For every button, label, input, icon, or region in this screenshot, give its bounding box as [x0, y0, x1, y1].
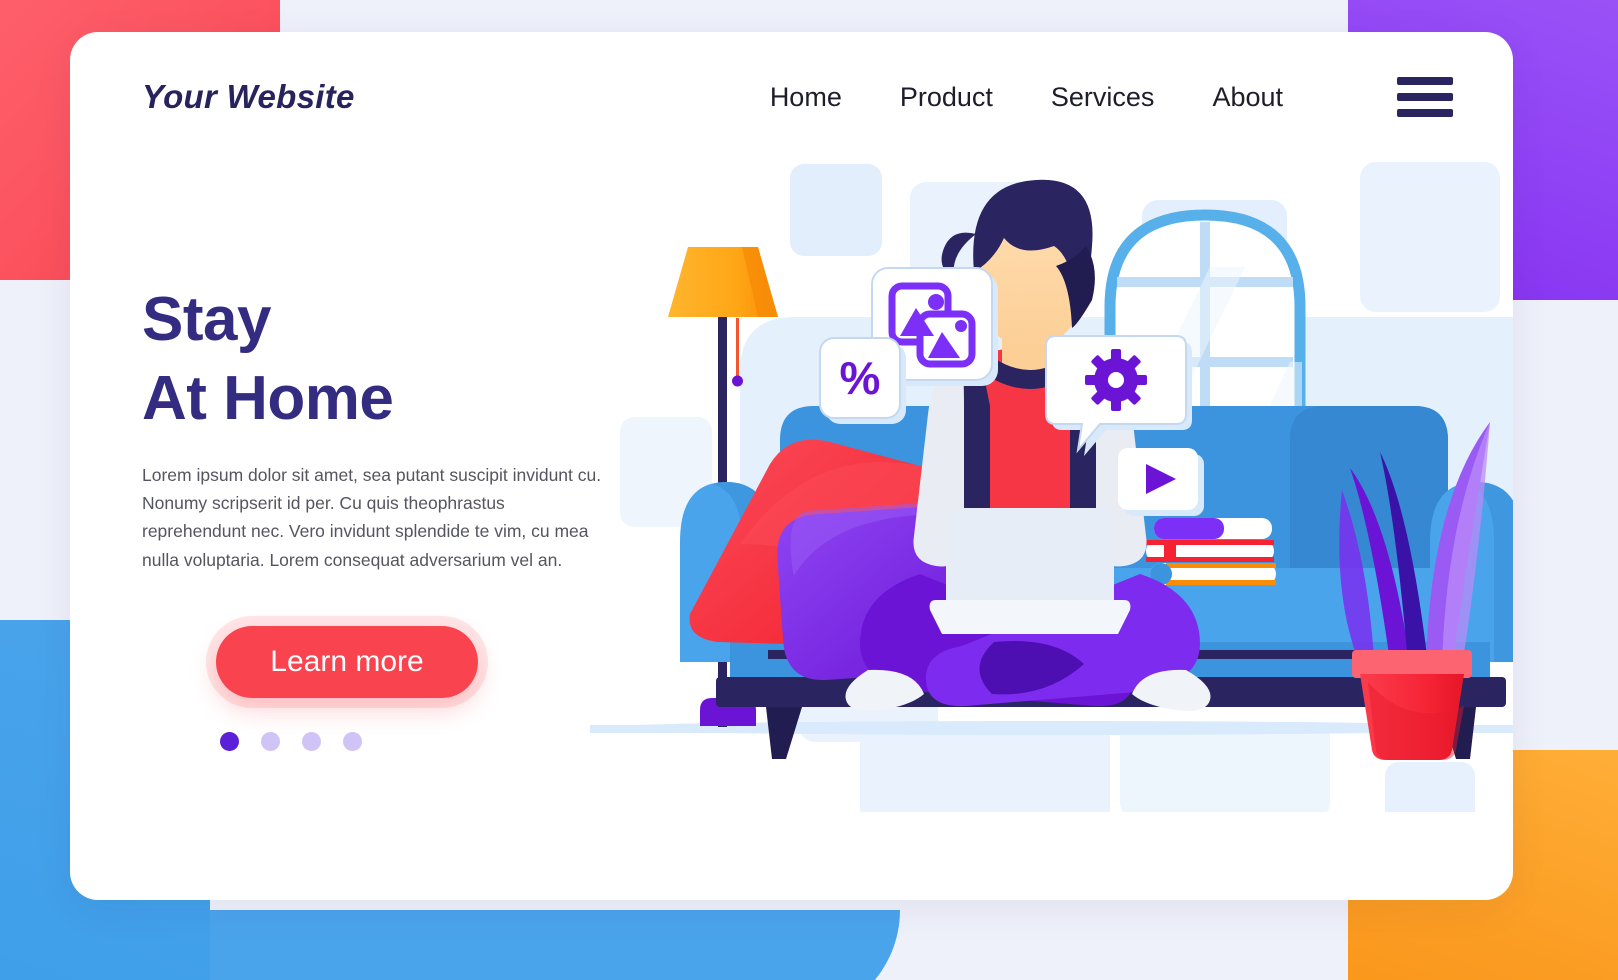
- book-stack: [1146, 518, 1276, 585]
- hero-illustration: %: [590, 122, 1513, 812]
- svg-text:%: %: [840, 352, 881, 404]
- nav-link-about[interactable]: About: [1212, 82, 1283, 113]
- site-logo[interactable]: Your Website: [142, 78, 355, 116]
- hamburger-bar: [1397, 109, 1453, 117]
- landing-card: Your Website Home Product Services About…: [70, 32, 1513, 900]
- nav-link-product[interactable]: Product: [900, 82, 993, 113]
- hamburger-icon[interactable]: [1397, 77, 1453, 117]
- nav-link-services[interactable]: Services: [1051, 82, 1155, 113]
- gear-icon: [1085, 349, 1147, 411]
- carousel-dot-2[interactable]: [261, 732, 280, 752]
- carousel-dot-1[interactable]: [220, 732, 239, 752]
- page-root: Your Website Home Product Services About…: [0, 0, 1618, 980]
- headline-line-1: Stay: [142, 285, 271, 354]
- nav-link-home[interactable]: Home: [770, 82, 842, 113]
- page-title: Stay At Home: [142, 280, 662, 439]
- hamburger-bar: [1397, 77, 1453, 85]
- hamburger-bar: [1397, 93, 1453, 101]
- percent-card: %: [819, 337, 906, 424]
- carousel-dot-3[interactable]: [302, 732, 321, 752]
- learn-more-button[interactable]: Learn more: [216, 626, 478, 699]
- hero-paragraph: Lorem ipsum dolor sit amet, sea putant s…: [142, 464, 602, 570]
- main-navigation: Home Product Services About: [770, 77, 1453, 117]
- carousel-dot-4[interactable]: [343, 732, 362, 752]
- decor-blob-bottom-strip: [120, 910, 900, 980]
- hero-copy: Stay At Home Lorem ipsum dolor sit amet,…: [142, 280, 662, 752]
- headline-line-2: At Home: [142, 364, 394, 434]
- play-card: [1118, 448, 1204, 516]
